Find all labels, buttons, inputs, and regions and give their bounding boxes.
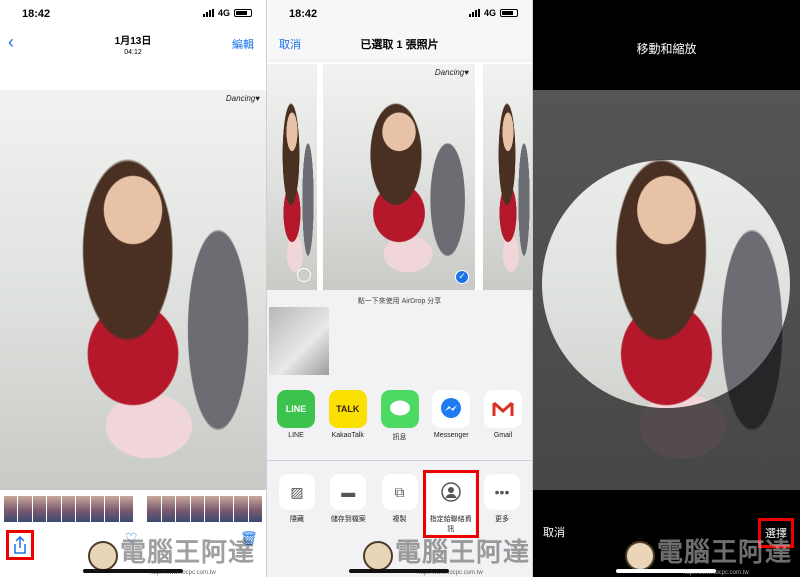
photos-panel: 18:42 4G ‹ 1月13日 04:12 編輯 Dancing♥ ♡ 🗑 電… <box>0 0 266 577</box>
thumbnail[interactable] <box>205 496 219 522</box>
share-icon <box>14 536 26 554</box>
action-label: 儲存到檔案 <box>330 516 366 523</box>
thumbnail[interactable] <box>76 496 90 522</box>
thumbnail[interactable] <box>4 496 18 522</box>
contact-icon <box>432 474 469 510</box>
action-label: 更多 <box>495 516 509 523</box>
thumbnail[interactable] <box>105 496 119 522</box>
home-indicator[interactable] <box>616 569 716 573</box>
divider <box>267 460 532 461</box>
thumbnail[interactable] <box>18 496 32 522</box>
action-label: 指定給聯絡資訊 <box>429 516 472 533</box>
crop-title: 移動和縮放 <box>636 42 697 56</box>
brand-watermark: 電腦王阿達 <box>657 537 793 567</box>
crop-panel: 移動和縮放 Dancing♥ 取消 選擇 電腦王阿達 http://www.ko… <box>533 0 800 577</box>
battery-icon <box>234 9 252 17</box>
thumbnail[interactable] <box>147 496 161 522</box>
photo-time: 04:12 <box>124 49 142 56</box>
share-sheet-panel: 18:42 4G 取消 已選取 1 張照片 Dancing♥ ✓ 點一下來使用 … <box>267 0 532 577</box>
thumbnail[interactable] <box>219 496 234 522</box>
share-action-row: ▨ 隱藏 ▬ 儲存到檔案 ⧉ 複製 指定給聯絡資訊 ••• 更多 <box>273 470 526 538</box>
battery-icon <box>500 9 518 17</box>
carousel-photo-selected[interactable]: Dancing♥ ✓ <box>323 64 475 290</box>
copy-action[interactable]: ⧉ 複製 <box>376 474 424 534</box>
photo-date: 1月13日 <box>114 36 152 47</box>
carousel-photo[interactable] <box>483 64 532 290</box>
app-label: LINE <box>288 432 304 439</box>
thumbnail[interactable] <box>119 496 134 522</box>
gmail-icon <box>484 390 522 428</box>
thumbnail[interactable] <box>161 496 176 522</box>
status-bar: 18:42 4G <box>0 0 266 28</box>
photo-carousel[interactable]: Dancing♥ ✓ <box>267 62 532 290</box>
app-gmail[interactable]: Gmail <box>480 390 526 442</box>
network-label: 4G <box>217 8 230 18</box>
copy-icon: ⧉ <box>381 474 418 510</box>
kakaotalk-icon: TALK <box>328 390 367 428</box>
thumbnail[interactable] <box>248 496 262 522</box>
messages-icon <box>380 390 419 428</box>
main-photo[interactable]: Dancing♥ <box>0 90 266 490</box>
app-messenger[interactable]: Messenger <box>428 390 474 442</box>
share-nav-bar: 取消 已選取 1 張照片 <box>267 28 532 60</box>
app-kakaotalk[interactable]: TALK KakaoTalk <box>325 390 371 442</box>
airdrop-hint: 點一下來使用 AirDrop 分享 <box>357 298 442 305</box>
app-label: Gmail <box>493 432 513 439</box>
messenger-icon <box>432 390 471 428</box>
photo-nav-bar: ‹ 1月13日 04:12 編輯 <box>0 28 266 58</box>
folder-icon: ▬ <box>330 474 367 510</box>
thumbnail[interactable] <box>61 496 76 522</box>
select-circle[interactable] <box>297 268 311 282</box>
more-action[interactable]: ••• 更多 <box>478 474 526 534</box>
crop-circle[interactable]: Dancing♥ <box>542 160 790 408</box>
thumbnail[interactable] <box>190 496 205 522</box>
carousel-photo[interactable] <box>267 64 317 290</box>
action-label: 複製 <box>392 516 407 523</box>
cancel-button[interactable]: 取消 <box>543 524 565 540</box>
app-messages[interactable]: 訊息 <box>377 390 423 442</box>
thumbnail[interactable] <box>90 496 105 522</box>
app-line[interactable]: LINE LINE <box>273 390 319 442</box>
thumbnail[interactable] <box>47 496 61 522</box>
share-title: 已選取 1 張照片 <box>360 39 439 51</box>
thumbnail[interactable] <box>234 496 248 522</box>
save-to-files-action[interactable]: ▬ 儲存到檔案 <box>324 474 372 534</box>
status-bar: 18:42 4G <box>267 0 532 28</box>
thumbnail[interactable] <box>176 496 190 522</box>
airdrop-contact[interactable] <box>269 307 329 375</box>
photo-watermark: Dancing♥ <box>434 68 469 77</box>
signal-icon <box>202 9 214 17</box>
line-icon: LINE <box>277 390 315 428</box>
thumbnail[interactable] <box>32 496 47 522</box>
signal-icon <box>468 9 480 17</box>
photo-date-title: 1月13日 04:12 <box>0 32 266 56</box>
crop-photo-visible: Dancing♥ <box>542 160 790 408</box>
status-time: 18:42 <box>22 8 51 20</box>
network-label: 4G <box>483 8 496 18</box>
app-label: 訊息 <box>392 434 407 441</box>
photo-watermark: Dancing♥ <box>225 94 260 103</box>
brand-mascot <box>88 541 118 571</box>
action-label: 隱藏 <box>290 516 304 523</box>
checkmark-icon[interactable]: ✓ <box>455 270 469 284</box>
hide-icon: ▨ <box>279 474 315 510</box>
more-icon: ••• <box>484 474 520 510</box>
app-label: KakaoTalk <box>331 432 364 439</box>
assign-to-contact-action[interactable]: 指定給聯絡資訊 <box>422 470 479 538</box>
edit-button[interactable]: 編輯 <box>232 36 254 52</box>
hide-action[interactable]: ▨ 隱藏 <box>273 474 321 534</box>
status-time: 18:42 <box>289 8 318 20</box>
thumbnail-strip[interactable] <box>4 496 262 522</box>
brand-mascot <box>625 541 655 571</box>
share-app-row: LINE LINE TALK KakaoTalk 訊息 Messenger Gm… <box>273 390 526 442</box>
brand-watermark: 電腦王阿達 <box>120 537 256 567</box>
home-indicator[interactable] <box>349 569 449 573</box>
brand-mascot <box>363 541 393 571</box>
share-button[interactable] <box>6 530 34 560</box>
app-label: Messenger <box>433 432 469 439</box>
home-indicator[interactable] <box>83 569 183 573</box>
brand-watermark: 電腦王阿達 <box>395 537 531 567</box>
